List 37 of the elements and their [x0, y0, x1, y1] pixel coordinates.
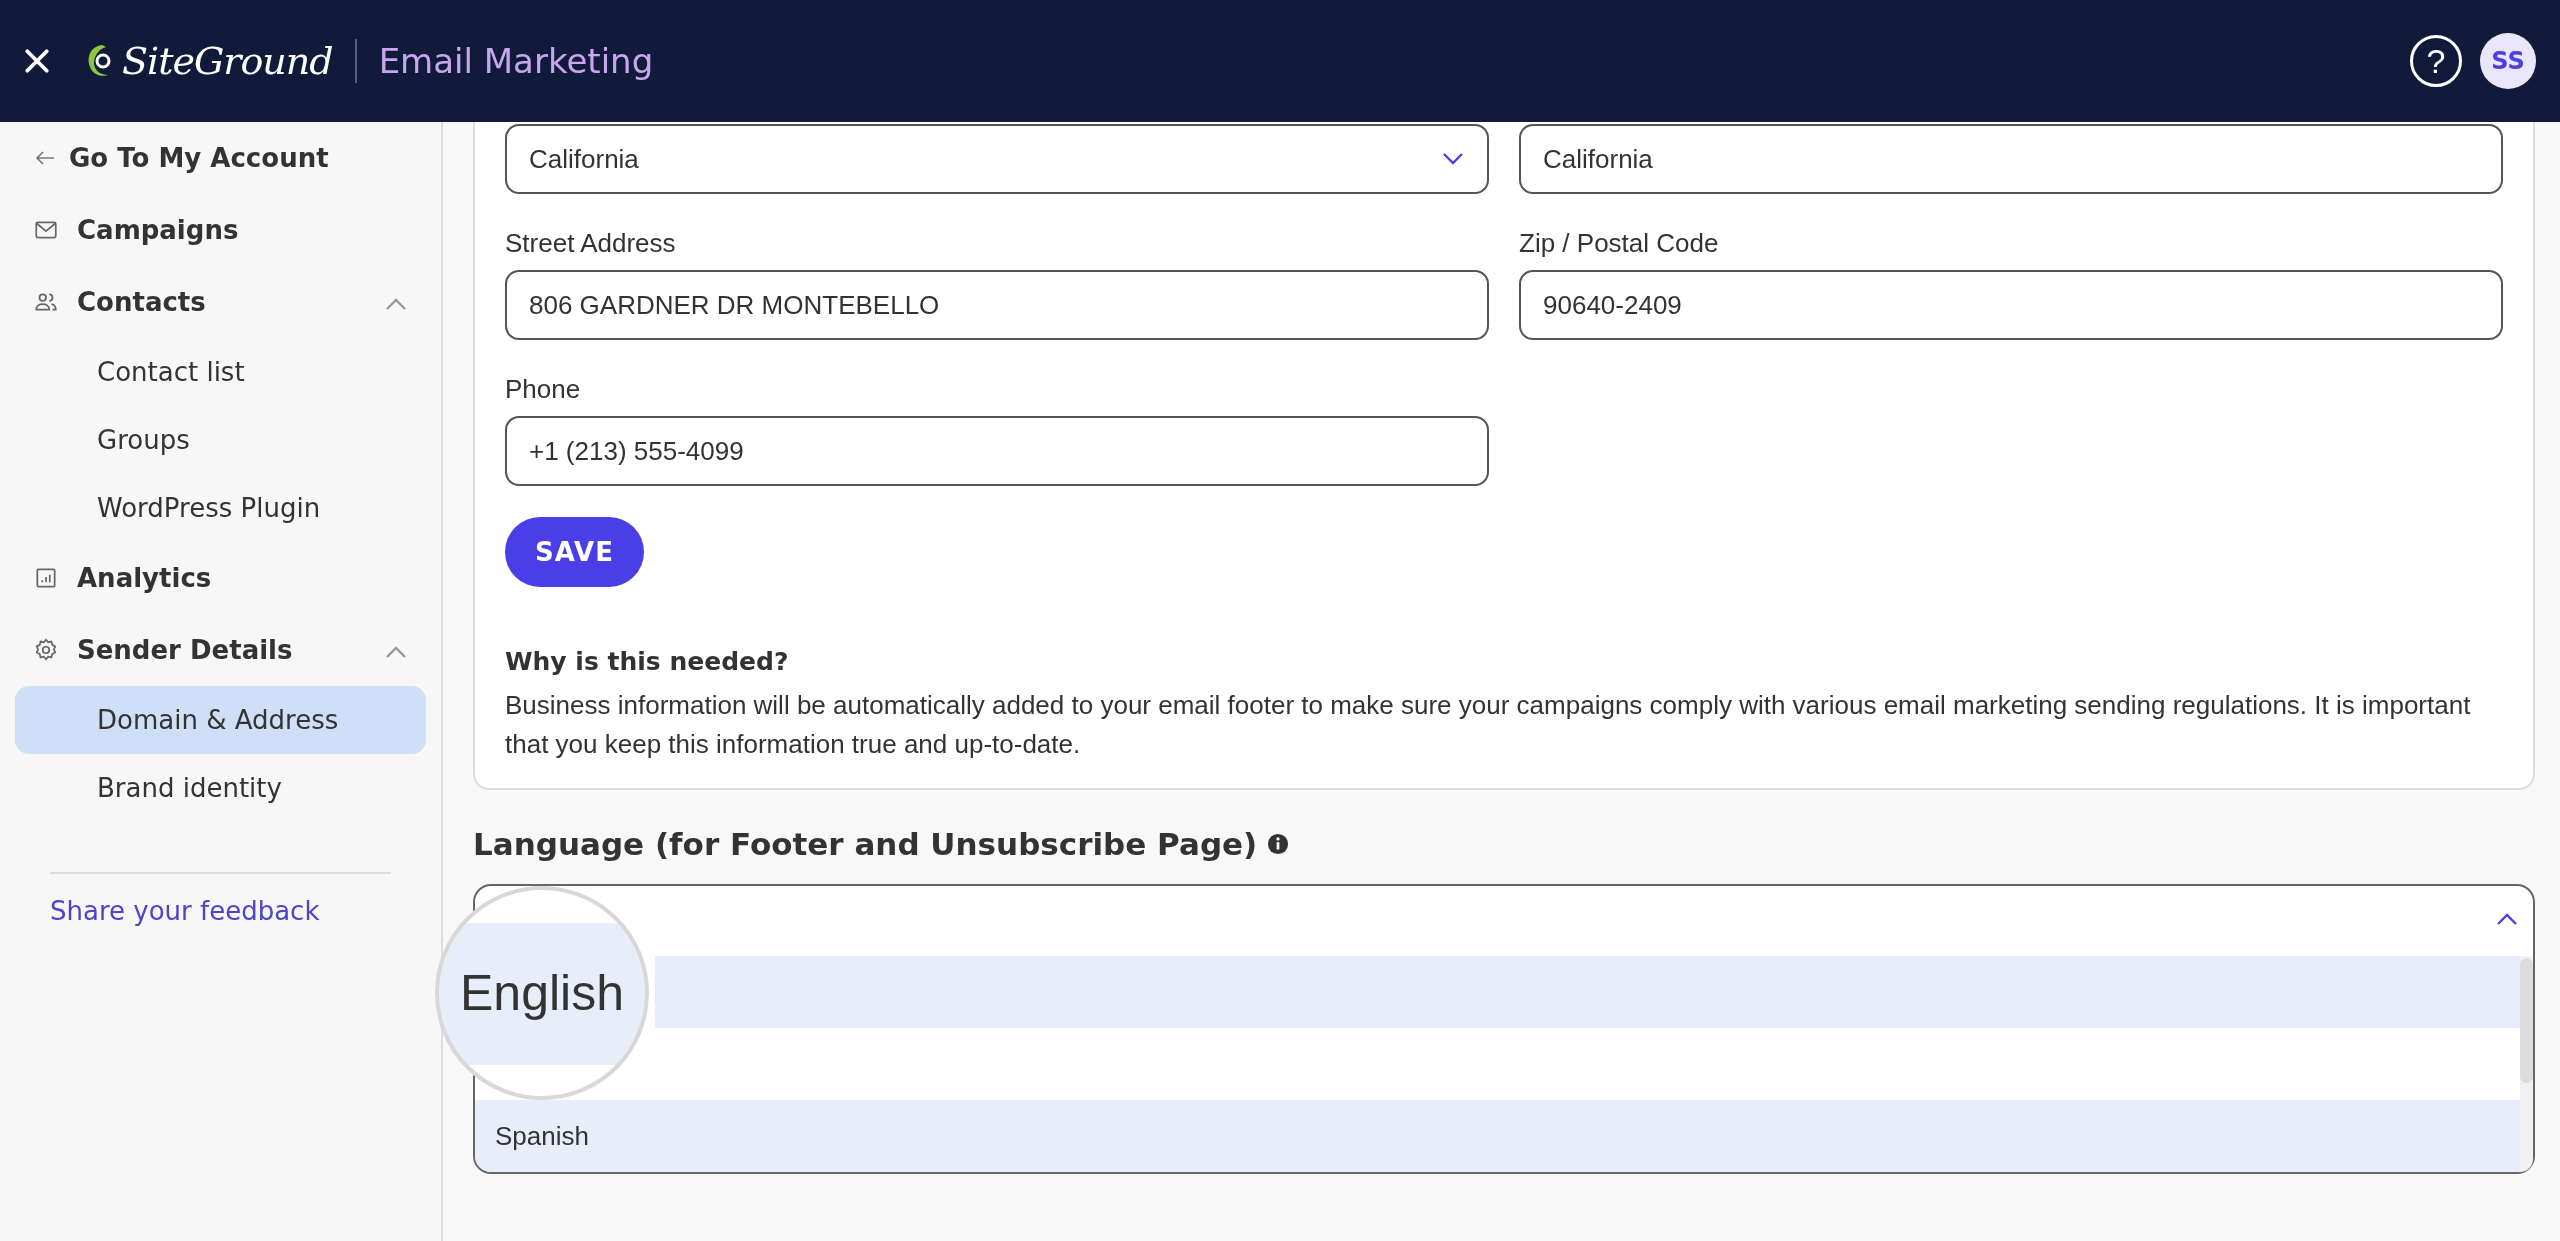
nav-subitem[interactable]: Brand identity: [15, 754, 426, 822]
gear-icon: [33, 637, 59, 663]
chevron-icon: [384, 645, 408, 659]
field-label: Phone: [505, 374, 582, 404]
field-label: Street Address: [505, 228, 677, 258]
chevron-icon: [1441, 152, 1465, 166]
field-label: Zip / Postal Code: [1519, 228, 1720, 258]
chart-icon: [33, 565, 59, 591]
select-field[interactable]: California: [505, 124, 1489, 194]
input-field[interactable]: +1 (213) 555-4099: [505, 416, 1489, 486]
help-button[interactable]: ?: [2410, 35, 2462, 87]
nav-subitem[interactable]: WordPress Plugin: [15, 474, 426, 542]
input-field[interactable]: California: [1519, 124, 2503, 194]
nav-item[interactable]: Sender Details: [77, 635, 366, 665]
product-name: Email Marketing: [378, 41, 654, 81]
chevron-icon: [384, 297, 408, 311]
feedback-link[interactable]: Share your feedback: [15, 896, 426, 926]
nav-item[interactable]: Campaigns: [77, 215, 408, 245]
nav-item[interactable]: Contacts: [77, 287, 366, 317]
chevron-icon: [2495, 912, 2519, 926]
info-icon[interactable]: [1267, 833, 1290, 855]
note-text: Business information will be automatically added to your email footer to make sure your campaigns comply with various email marketing sending regulations. It is important that you keep this information true and up-to-date.: [505, 689, 2472, 761]
back-link[interactable]: Go To My Account: [69, 143, 408, 173]
close-icon[interactable]: [24, 48, 50, 74]
nav-item[interactable]: Analytics: [77, 563, 408, 593]
nav-subitem[interactable]: Contact list: [15, 338, 426, 406]
dropdown-option[interactable]: Spanish: [475, 1100, 2520, 1172]
scrollbar-thumb[interactable]: [2520, 958, 2533, 1083]
input-field[interactable]: 806 GARDNER DR MONTEBELLO: [505, 270, 1489, 340]
input-field[interactable]: 90640-2409: [1519, 270, 2503, 340]
note-title: Why is this needed?: [505, 647, 790, 676]
section-title: Language (for Footer and Unsubscribe Page): [473, 826, 1258, 862]
save-button[interactable]: SAVE: [505, 517, 644, 587]
user-avatar[interactable]: SS: [2480, 33, 2536, 89]
logo-text[interactable]: SiteGround: [122, 39, 333, 83]
nav-subitem[interactable]: Domain & Address: [15, 686, 426, 754]
nav-subitem[interactable]: Groups: [15, 406, 426, 474]
